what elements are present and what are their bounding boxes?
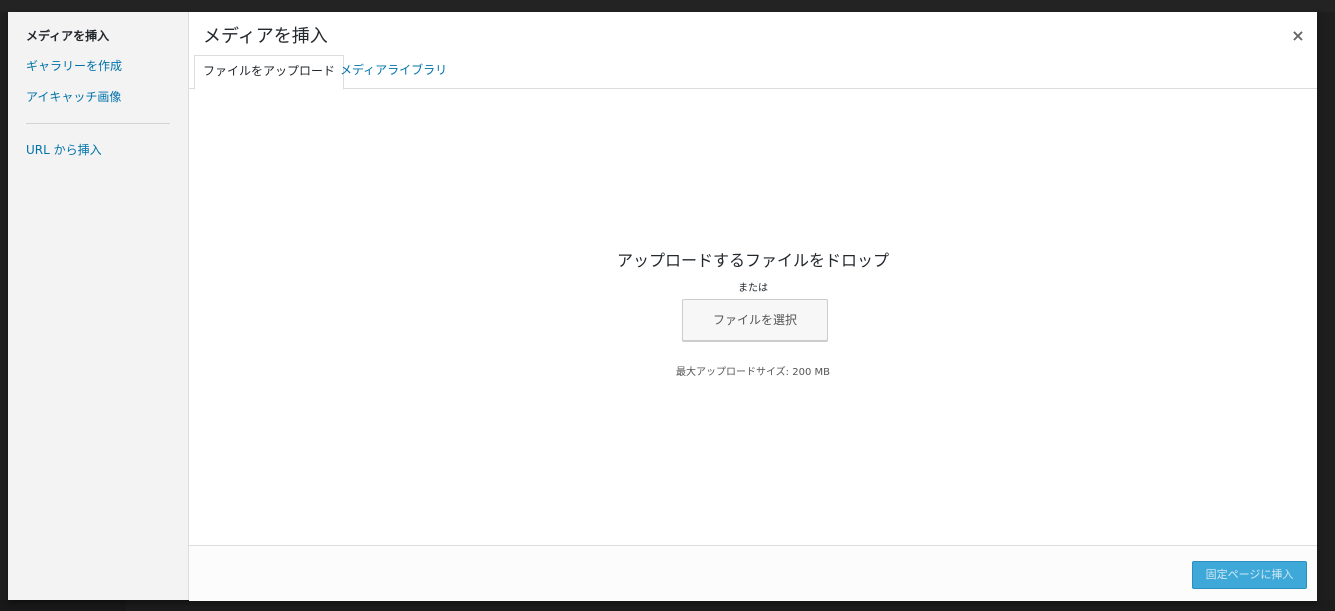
or-text: または bbox=[738, 283, 768, 294]
modal-title: メディアを挿入 bbox=[203, 26, 328, 47]
menu-separator bbox=[26, 123, 170, 124]
media-menu: メディアを挿入 ギャラリーを作成 アイキャッチ画像 URL から挿入 bbox=[8, 12, 189, 600]
modal-toolbar: 固定ページに挿入 bbox=[189, 545, 1317, 601]
router-tabs: ファイルをアップロード メディアライブラリ bbox=[189, 55, 1317, 90]
max-upload-size: 最大アップロードサイズ: 200 MB bbox=[675, 367, 830, 378]
drop-instructions: アップロードするファイルをドロップ bbox=[616, 251, 889, 270]
menu-item-create-gallery[interactable]: ギャラリーを作成 bbox=[26, 57, 122, 74]
page-background-bottom bbox=[0, 600, 1335, 611]
media-modal: メディアを挿入 ギャラリーを作成 アイキャッチ画像 URL から挿入 メディアを… bbox=[8, 12, 1317, 601]
admin-sidebar-background bbox=[0, 12, 8, 611]
menu-item-featured-image[interactable]: アイキャッチ画像 bbox=[26, 88, 121, 105]
menu-item-insert-media[interactable]: メディアを挿入 bbox=[26, 27, 109, 44]
select-files-button[interactable]: ファイルを選択 bbox=[682, 299, 828, 341]
close-icon[interactable]: × bbox=[1288, 26, 1308, 46]
insert-into-page-button[interactable]: 固定ページに挿入 bbox=[1192, 561, 1307, 589]
tab-upload-files[interactable]: ファイルをアップロード bbox=[194, 55, 345, 90]
menu-item-insert-from-url[interactable]: URL から挿入 bbox=[26, 141, 102, 158]
admin-bar-background bbox=[0, 0, 1335, 12]
tab-media-library[interactable]: メディアライブラリ bbox=[332, 55, 455, 88]
